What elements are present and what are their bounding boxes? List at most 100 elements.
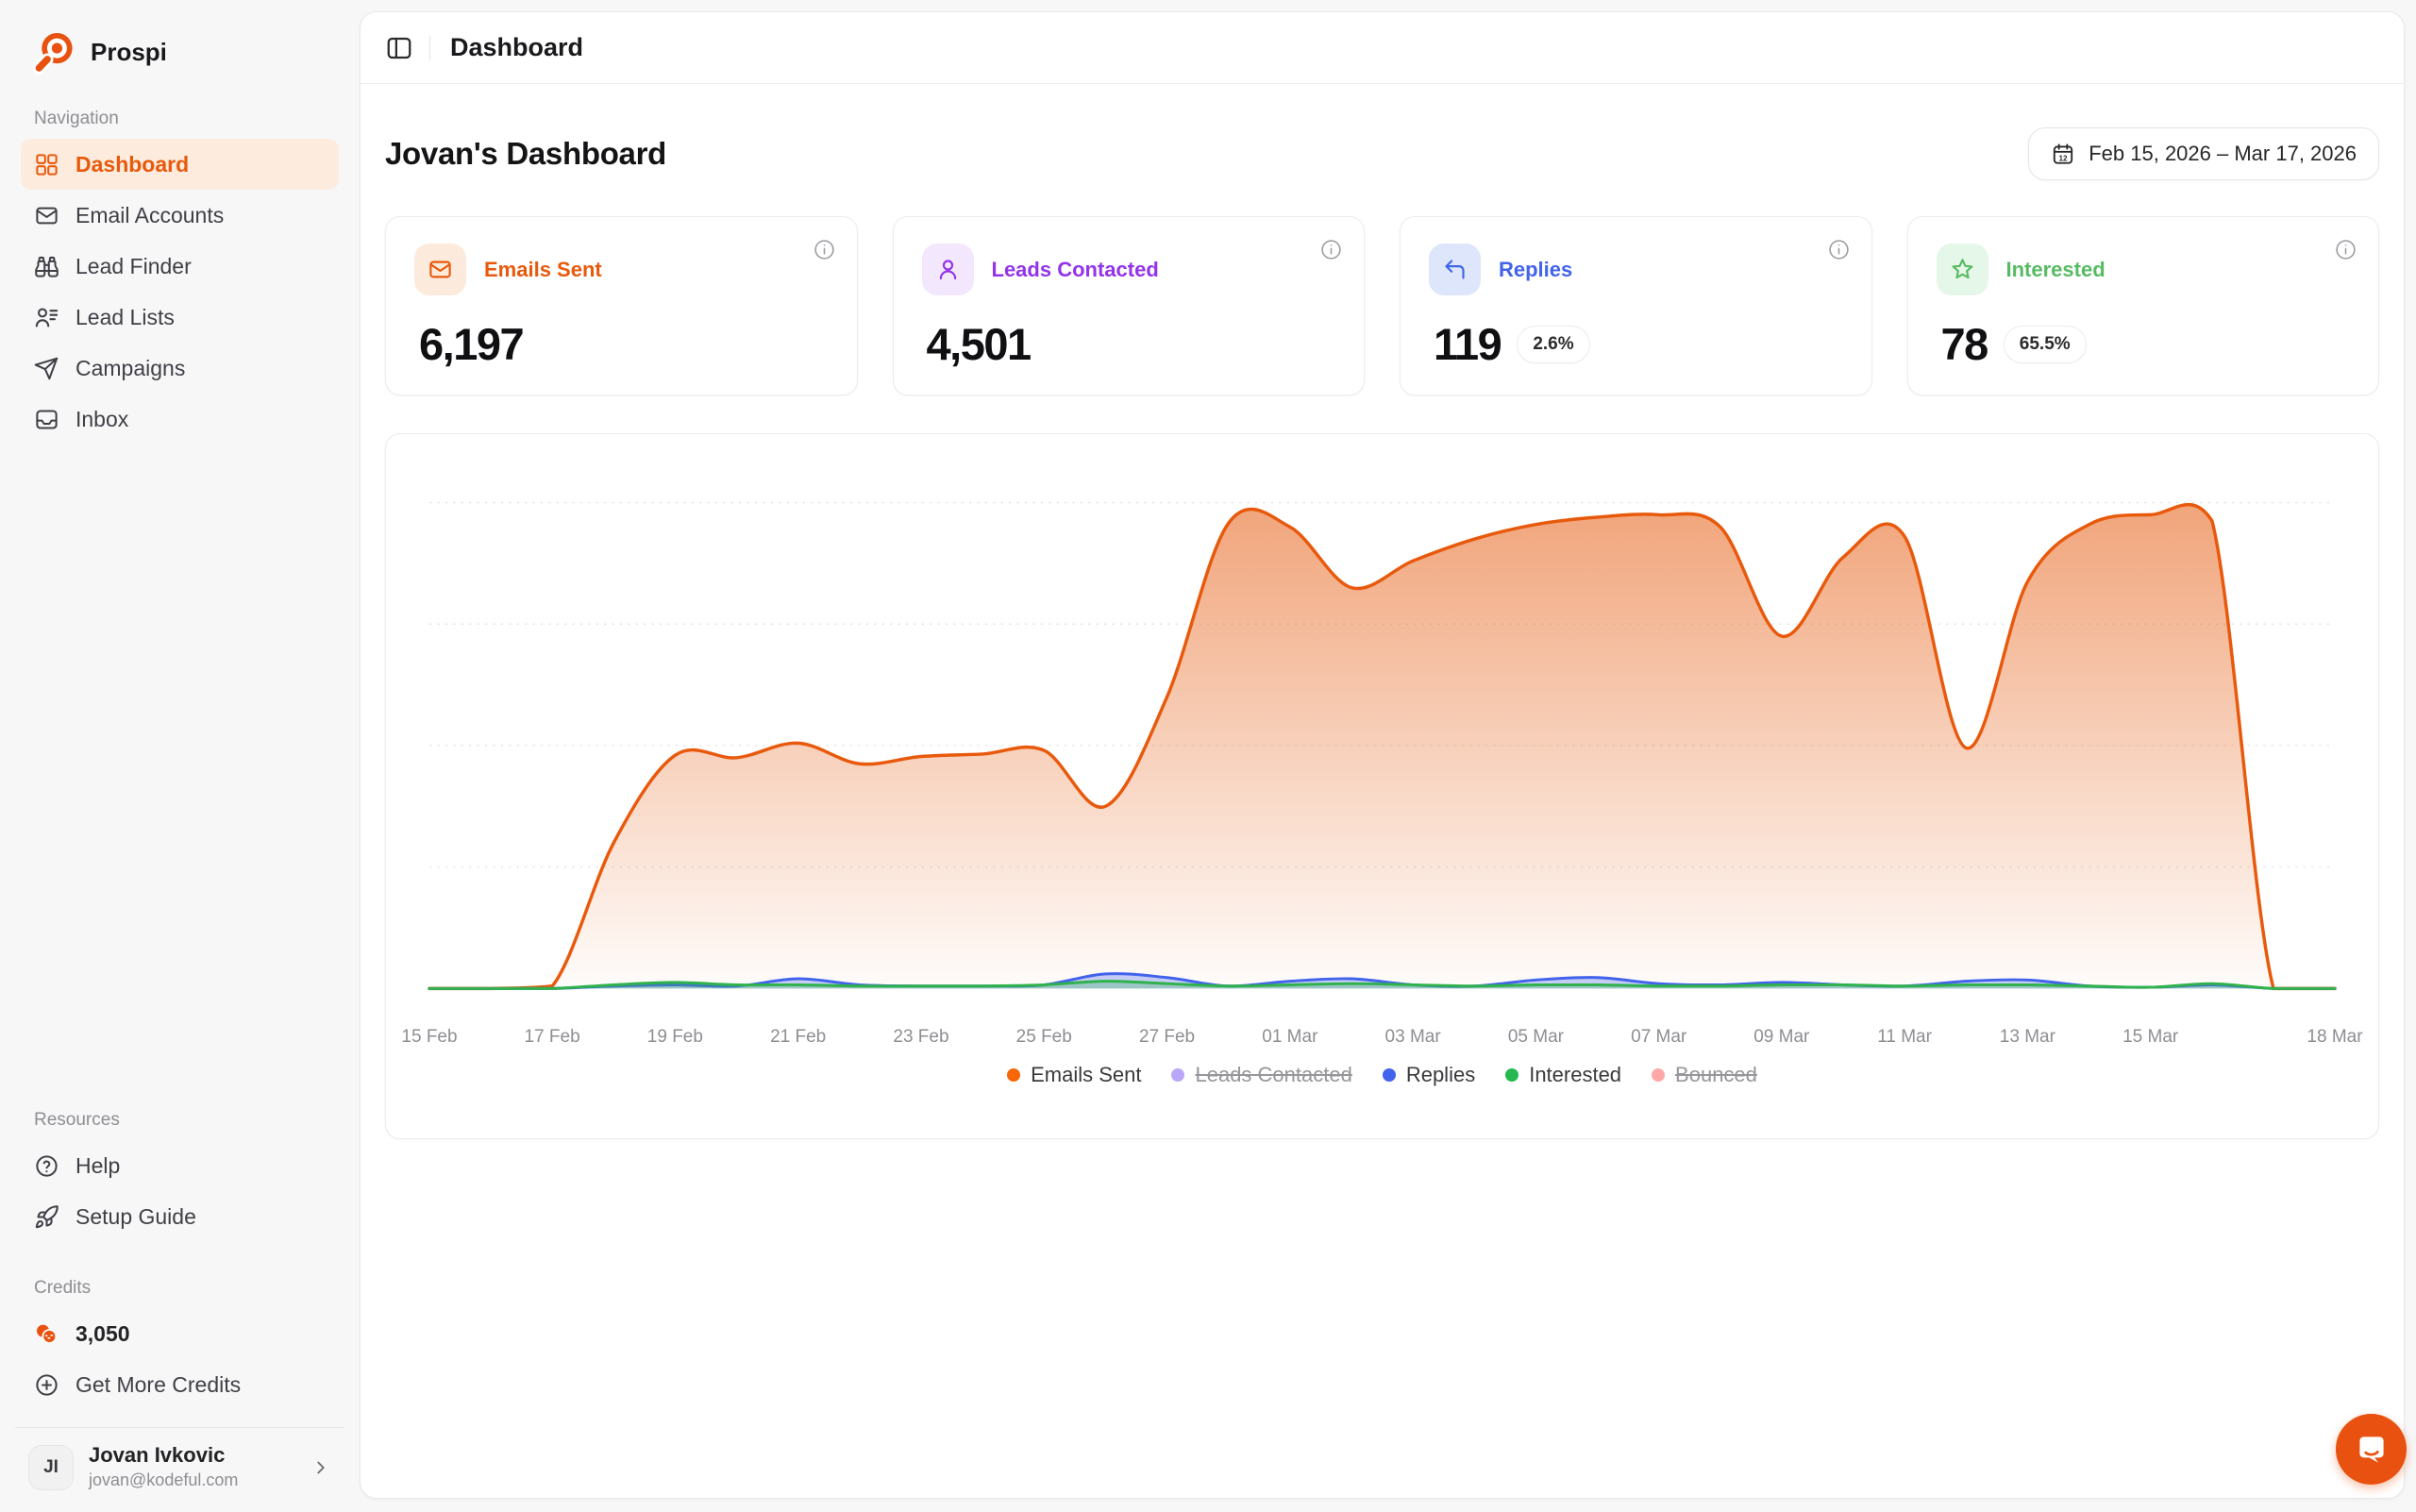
stat-percentage-badge: 2.6% — [1517, 326, 1589, 363]
legend-dot-icon — [1505, 1068, 1518, 1082]
x-tick: 11 Mar — [1877, 1027, 1932, 1048]
send-icon — [34, 356, 59, 381]
binoculars-icon — [34, 254, 59, 279]
legend-dot-icon — [1652, 1068, 1665, 1082]
sidebar-item-dashboard[interactable]: Dashboard — [21, 139, 339, 190]
user-email: jovan@kodeful.com — [89, 1470, 295, 1491]
mail-icon — [34, 203, 59, 228]
get-more-credits-button[interactable]: Get More Credits — [21, 1359, 339, 1410]
legend-label: Leads Contacted — [1195, 1063, 1351, 1087]
legend-label: Emails Sent — [1031, 1063, 1141, 1087]
sidebar-item-help[interactable]: Help — [21, 1140, 339, 1191]
chat-bubble-icon — [2352, 1430, 2391, 1470]
sidebar-item-campaigns[interactable]: Campaigns — [21, 343, 339, 394]
legend-item-replies[interactable]: Replies — [1383, 1063, 1475, 1087]
legend-item-leads-contacted[interactable]: Leads Contacted — [1171, 1063, 1351, 1087]
resources-section-label: Resources — [34, 1110, 326, 1131]
info-icon[interactable] — [1319, 238, 1343, 261]
legend-item-emails-sent[interactable]: Emails Sent — [1007, 1063, 1141, 1087]
sidebar-item-label: Help — [76, 1153, 120, 1179]
stat-label: Interested — [2006, 258, 2106, 282]
avatar: JI — [28, 1445, 74, 1490]
get-more-credits-label: Get More Credits — [76, 1372, 241, 1398]
contact-list-icon — [34, 305, 59, 330]
x-tick: 15 Feb — [401, 1027, 457, 1048]
header-divider — [429, 36, 430, 60]
svg-text:12: 12 — [2059, 154, 2069, 162]
sidebar-resources: Help Setup Guide — [21, 1140, 339, 1242]
stat-percentage-badge: 65.5% — [2004, 326, 2087, 363]
info-icon[interactable] — [2334, 238, 2357, 261]
reply-icon — [1429, 244, 1481, 295]
info-icon[interactable] — [1827, 238, 1851, 261]
rocket-icon — [34, 1204, 59, 1230]
legend-item-bounced[interactable]: Bounced — [1652, 1063, 1757, 1087]
stat-label: Leads Contacted — [992, 258, 1159, 282]
stat-card-interested: Interested 78 65.5% — [1907, 216, 2380, 395]
mail-icon — [414, 244, 466, 295]
sidebar: Prospi Navigation Dashboard Email Accoun… — [0, 0, 360, 1512]
x-tick: 27 Feb — [1139, 1027, 1195, 1048]
sidebar-item-setup-guide[interactable]: Setup Guide — [21, 1191, 339, 1242]
stat-value: 119 — [1434, 318, 1501, 370]
main-panel: Dashboard Jovan's Dashboard 12 Feb 15, 2… — [360, 11, 2405, 1499]
sidebar-item-lead-finder[interactable]: Lead Finder — [21, 241, 339, 292]
stat-label: Emails Sent — [484, 258, 602, 282]
x-tick: 07 Mar — [1631, 1027, 1686, 1048]
sidebar-item-label: Inbox — [76, 407, 128, 432]
breadcrumb-title: Dashboard — [450, 33, 583, 62]
inbox-icon — [34, 407, 59, 432]
chat-widget-button[interactable] — [2336, 1414, 2407, 1485]
brand-name: Prospi — [91, 38, 167, 67]
credits-balance-row: 3,050 — [21, 1308, 339, 1359]
stat-value: 4,501 — [927, 318, 1031, 370]
chart-legend: Emails Sent Leads Contacted Replies Inte… — [420, 1063, 2344, 1087]
x-tick: 01 Mar — [1262, 1027, 1317, 1048]
x-tick: 25 Feb — [1016, 1027, 1072, 1048]
x-tick: 05 Mar — [1508, 1027, 1564, 1048]
x-tick: 13 Mar — [2000, 1027, 2055, 1048]
x-tick: 03 Mar — [1385, 1027, 1441, 1048]
x-tick: 15 Mar — [2122, 1027, 2178, 1048]
credits-balance: 3,050 — [76, 1321, 130, 1347]
calendar-icon: 12 — [2051, 142, 2075, 166]
legend-dot-icon — [1383, 1068, 1396, 1082]
sidebar-item-label: Setup Guide — [76, 1204, 196, 1230]
sidebar-item-label: Dashboard — [76, 152, 189, 177]
legend-dot-icon — [1007, 1068, 1020, 1082]
date-range-picker[interactable]: 12 Feb 15, 2026 – Mar 17, 2026 — [2028, 127, 2379, 180]
legend-item-interested[interactable]: Interested — [1505, 1063, 1621, 1087]
sidebar-item-inbox[interactable]: Inbox — [21, 394, 339, 445]
area-chart — [420, 461, 2344, 1019]
user-name: Jovan Ivkovic — [89, 1443, 295, 1468]
sidebar-item-label: Lead Lists — [76, 305, 175, 330]
stat-card-replies: Replies 119 2.6% — [1400, 216, 1872, 395]
nav-section-label: Navigation — [34, 109, 326, 129]
x-tick: 09 Mar — [1753, 1027, 1809, 1048]
sidebar-toggle-button[interactable] — [385, 34, 413, 62]
star-icon — [1937, 244, 1988, 295]
stat-card-emails-sent: Emails Sent 6,197 — [385, 216, 858, 395]
legend-label: Replies — [1406, 1063, 1475, 1087]
x-axis: 15 Feb17 Feb19 Feb21 Feb23 Feb25 Feb27 F… — [420, 1023, 2344, 1051]
sidebar-item-label: Email Accounts — [76, 203, 224, 228]
sidebar-item-lead-lists[interactable]: Lead Lists — [21, 292, 339, 343]
help-circle-icon — [34, 1153, 59, 1179]
stat-value: 78 — [1941, 318, 1988, 370]
main-header: Dashboard — [361, 12, 2404, 84]
coins-icon — [34, 1321, 59, 1347]
info-icon[interactable] — [813, 238, 836, 261]
x-tick: 18 Mar — [2307, 1027, 2362, 1048]
grid-icon — [34, 152, 59, 177]
date-range-label: Feb 15, 2026 – Mar 17, 2026 — [2089, 142, 2357, 166]
chevron-right-icon — [310, 1457, 331, 1478]
user-menu[interactable]: JI Jovan Ivkovic jovan@kodeful.com — [21, 1428, 339, 1497]
brand-logo[interactable]: Prospi — [21, 26, 339, 78]
legend-label: Bounced — [1675, 1063, 1757, 1087]
x-tick: 17 Feb — [525, 1027, 580, 1048]
x-tick: 19 Feb — [647, 1027, 703, 1048]
sidebar-item-label: Lead Finder — [76, 254, 192, 279]
x-tick: 21 Feb — [770, 1027, 826, 1048]
sidebar-item-email-accounts[interactable]: Email Accounts — [21, 190, 339, 241]
stat-card-leads-contacted: Leads Contacted 4,501 — [893, 216, 1366, 395]
